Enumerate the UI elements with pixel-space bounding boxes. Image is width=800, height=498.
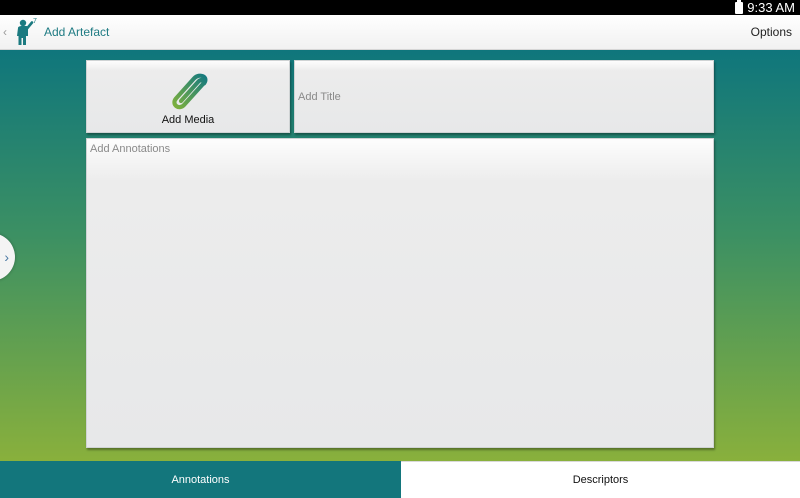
svg-text:7: 7 <box>33 18 37 25</box>
tab-descriptors[interactable]: Descriptors <box>401 461 800 498</box>
title-card <box>294 60 714 133</box>
options-button[interactable]: Options <box>751 15 792 50</box>
annotations-card <box>86 138 714 448</box>
title-input[interactable] <box>295 61 713 132</box>
status-bar: 9:33 AM <box>0 0 800 15</box>
status-time: 9:33 AM <box>747 0 795 15</box>
action-bar: ‹ 7 Add Artefact Options <box>0 15 800 50</box>
add-media-button[interactable]: Add Media <box>86 60 290 133</box>
tab-bar: Annotations Descriptors <box>0 461 800 498</box>
back-chevron-icon[interactable]: ‹ <box>3 25 11 39</box>
paperclip-icon <box>172 73 208 110</box>
page-title: Add Artefact <box>44 25 110 39</box>
app-logo-icon[interactable]: 7 <box>12 17 40 47</box>
drawer-handle[interactable]: › <box>0 233 15 281</box>
chevron-right-icon: › <box>4 249 9 265</box>
battery-icon <box>735 0 744 14</box>
tab-annotations[interactable]: Annotations <box>0 461 401 498</box>
annotations-textarea[interactable] <box>87 139 713 447</box>
add-media-label: Add Media <box>161 114 215 126</box>
main-content: Add Media › <box>0 50 800 461</box>
